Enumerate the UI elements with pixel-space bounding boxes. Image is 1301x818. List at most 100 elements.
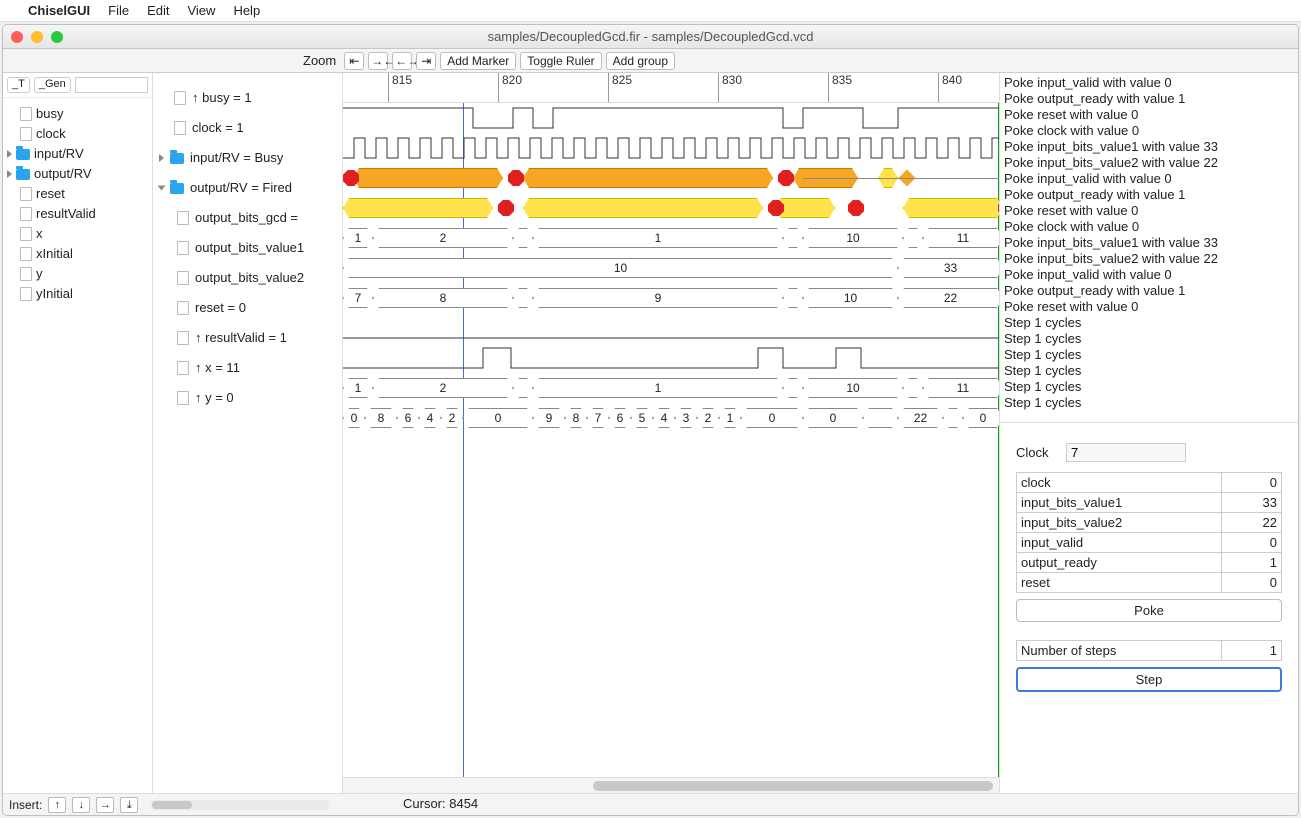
titlebar: samples/DecoupledGcd.fir - samples/Decou… xyxy=(3,25,1298,49)
selected-signal-row[interactable]: ↑ busy = 1 xyxy=(159,83,336,113)
document-icon xyxy=(20,207,32,221)
bus-segment: 33 xyxy=(898,258,1000,278)
tree-item-label: xInitial xyxy=(36,245,73,263)
bus-segment xyxy=(783,228,803,248)
selected-signal-row[interactable]: output_bits_gcd = xyxy=(159,203,336,233)
tree-item[interactable]: y xyxy=(7,264,148,284)
selected-signal-row[interactable]: output_bits_value2 xyxy=(159,263,336,293)
signal-name-cell: input_bits_value1 xyxy=(1017,493,1222,513)
scrollbar-thumb[interactable] xyxy=(593,781,993,791)
zoom-end-icon[interactable]: ⇥ xyxy=(416,52,436,70)
selected-signals-panel[interactable]: ↑ busy = 1clock = 1input/RV = Busyoutput… xyxy=(153,73,343,793)
insert-right-icon[interactable]: → xyxy=(96,797,114,813)
insert-label: Insert: xyxy=(9,798,42,812)
right-panel: Poke input_valid with value 0Poke output… xyxy=(1000,73,1298,793)
clock-input[interactable] xyxy=(1066,443,1186,462)
zoom-in-icon[interactable]: →← xyxy=(368,52,388,70)
minimize-icon[interactable] xyxy=(31,31,43,43)
chevron-right-icon[interactable] xyxy=(7,170,12,178)
table-row: input_bits_value133 xyxy=(1017,493,1282,513)
steps-value[interactable]: 1 xyxy=(1270,643,1277,658)
signal-value-cell[interactable]: 0 xyxy=(1222,573,1282,593)
horizontal-scrollbar[interactable] xyxy=(343,777,999,793)
bus-segment: 8 xyxy=(565,408,587,428)
bus-segment: 1 xyxy=(533,228,783,248)
maximize-icon[interactable] xyxy=(51,31,63,43)
add-marker-button[interactable]: Add Marker xyxy=(440,52,516,70)
controls-panel: Clock clock0input_bits_value133input_bit… xyxy=(1000,423,1298,793)
tree-item[interactable]: busy xyxy=(7,104,148,124)
toggle-ruler-button[interactable]: Toggle Ruler xyxy=(520,52,601,70)
signal-label: ↑ busy = 1 xyxy=(192,83,252,113)
document-icon xyxy=(20,227,32,241)
zoom-begin-icon[interactable]: ⇤ xyxy=(344,52,364,70)
bus-segment: 10 xyxy=(803,228,903,248)
scrollbar-thumb[interactable] xyxy=(152,801,192,809)
tree-item-label: busy xyxy=(36,105,63,123)
signal-value-cell[interactable]: 22 xyxy=(1222,513,1282,533)
insert-down-icon[interactable]: ↓ xyxy=(72,797,90,813)
log-line: Step 1 cycles xyxy=(1004,331,1294,347)
tree-item[interactable]: output/RV xyxy=(7,164,148,184)
insert-bottom-icon[interactable]: ⤓ xyxy=(120,797,138,813)
signal-name-cell: output_ready xyxy=(1017,553,1222,573)
tree-item[interactable]: clock xyxy=(7,124,148,144)
chevron-right-icon[interactable] xyxy=(159,154,164,162)
bus-segment: 0 xyxy=(963,408,1000,428)
filter-t-button[interactable]: _T xyxy=(7,77,30,93)
tree-item-label: yInitial xyxy=(36,285,73,303)
tree-item-label: y xyxy=(36,265,43,283)
signal-label: ↑ resultValid = 1 xyxy=(195,323,287,353)
tree-item[interactable]: x xyxy=(7,224,148,244)
add-group-button[interactable]: Add group xyxy=(606,52,675,70)
tree-item[interactable]: xInitial xyxy=(7,244,148,264)
close-icon[interactable] xyxy=(11,31,23,43)
menu-file[interactable]: File xyxy=(108,3,129,18)
selected-signal-row[interactable]: input/RV = Busy xyxy=(159,143,336,173)
document-icon xyxy=(20,287,32,301)
bus-segment: 7 xyxy=(343,288,373,308)
bus-segment: 6 xyxy=(609,408,631,428)
time-ruler[interactable]: 815820825830835840 xyxy=(343,73,999,103)
selected-signal-row[interactable]: clock = 1 xyxy=(159,113,336,143)
filter-gen-button[interactable]: _Gen xyxy=(34,77,71,93)
tree-item[interactable]: reset xyxy=(7,184,148,204)
selected-signal-row[interactable]: reset = 0 xyxy=(159,293,336,323)
menu-help[interactable]: Help xyxy=(233,3,260,18)
tree-scrollbar[interactable] xyxy=(150,800,330,810)
signal-value-cell[interactable]: 0 xyxy=(1222,533,1282,553)
tree-item[interactable]: resultValid xyxy=(7,204,148,224)
menu-view[interactable]: View xyxy=(187,3,215,18)
document-icon xyxy=(174,91,186,105)
waveform-canvas[interactable]: 1211011103378910221211011086420987654321… xyxy=(343,103,999,777)
tree-item[interactable]: yInitial xyxy=(7,284,148,304)
document-icon xyxy=(20,267,32,281)
zoom-out-icon[interactable]: ←→ xyxy=(392,52,412,70)
signal-value-cell[interactable]: 33 xyxy=(1222,493,1282,513)
step-button[interactable]: Step xyxy=(1016,667,1282,692)
selected-signal-row[interactable]: ↑ x = 11 xyxy=(159,353,336,383)
cursor-position: Cursor: 8454 xyxy=(403,796,478,811)
insert-up-icon[interactable]: ↑ xyxy=(48,797,66,813)
bus-segment: 0 xyxy=(741,408,803,428)
chevron-down-icon[interactable] xyxy=(158,186,166,191)
tree-item[interactable]: input/RV xyxy=(7,144,148,164)
stop-icon xyxy=(498,200,514,216)
menu-edit[interactable]: Edit xyxy=(147,3,169,18)
signal-tree[interactable]: busyclockinput/RVoutput/RVresetresultVal… xyxy=(3,98,152,310)
log-line: Poke clock with value 0 xyxy=(1004,123,1294,139)
document-icon xyxy=(177,391,189,405)
ruler-tick: 825 xyxy=(608,73,632,102)
log-line: Poke input_bits_value1 with value 33 xyxy=(1004,139,1294,155)
chevron-right-icon[interactable] xyxy=(7,150,12,158)
tree-filter-input[interactable] xyxy=(75,77,148,93)
selected-signal-row[interactable]: output_bits_value1 xyxy=(159,233,336,263)
signal-value-table: clock0input_bits_value133input_bits_valu… xyxy=(1016,472,1282,593)
poke-button[interactable]: Poke xyxy=(1016,599,1282,622)
selected-signal-row[interactable]: ↑ resultValid = 1 xyxy=(159,323,336,353)
bus-segment: 10 xyxy=(343,258,898,278)
signal-value-cell[interactable]: 1 xyxy=(1222,553,1282,573)
selected-signal-row[interactable]: output/RV = Fired xyxy=(159,173,336,203)
signal-value-cell[interactable]: 0 xyxy=(1222,473,1282,493)
selected-signal-row[interactable]: ↑ y = 0 xyxy=(159,383,336,413)
